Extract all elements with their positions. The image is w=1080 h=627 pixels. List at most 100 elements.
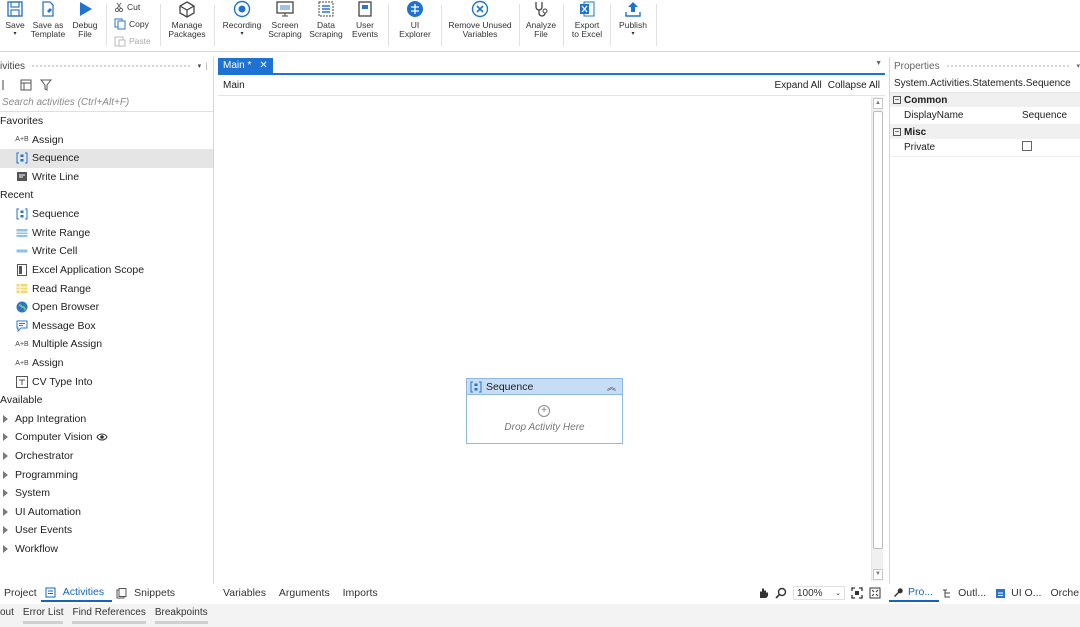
activity-item-multiple-assign[interactable]: A+B Multiple Assign: [0, 335, 213, 354]
activity-item-write-line[interactable]: Write Line: [0, 168, 213, 187]
activity-item-assign[interactable]: A+B Assign: [0, 354, 213, 373]
tab-project[interactable]: Project: [0, 587, 41, 599]
expand-arrow-icon[interactable]: [3, 544, 8, 553]
search-activities-input[interactable]: Search activities (Ctrl+Alt+F): [0, 95, 213, 112]
activity-item-open-browser[interactable]: Open Browser: [0, 298, 213, 317]
screen-scraping-button[interactable]: Screen Scraping: [267, 0, 303, 39]
expand-arrow-icon[interactable]: [3, 414, 8, 423]
hand-pan-icon[interactable]: [757, 587, 769, 599]
activity-item-read-range[interactable]: Read Range: [0, 279, 213, 298]
vertical-scrollbar[interactable]: ▲ ▼: [871, 97, 883, 581]
tab-snippets[interactable]: Snippets: [112, 587, 183, 599]
activity-item-sequence[interactable]: Sequence: [0, 205, 213, 224]
document-tab-main[interactable]: Main * ✕: [218, 58, 273, 73]
collapse-chevron-icon[interactable]: ︽: [607, 380, 616, 393]
property-category-common[interactable]: − Common: [890, 93, 1080, 107]
expand-arrow-icon[interactable]: [3, 451, 8, 460]
right-panel-tabs: Pro... Outl... UI O... Orche: [889, 584, 1080, 602]
scroll-up-icon[interactable]: ▲: [873, 98, 883, 109]
group-user-events[interactable]: User Events: [0, 521, 213, 540]
pin-icon[interactable]: ᛁ: [204, 62, 209, 71]
zoom-level-select[interactable]: 100% ⌄: [793, 586, 845, 600]
panel-grip: [31, 63, 192, 69]
available-category[interactable]: Available: [0, 391, 213, 410]
recent-category[interactable]: Recent: [0, 186, 213, 205]
activity-item-message-box[interactable]: Message Box: [0, 317, 213, 336]
tab-list-dropdown-icon[interactable]: ▼: [875, 60, 882, 67]
scroll-down-icon[interactable]: ▼: [873, 569, 883, 580]
tab-output[interactable]: out: [0, 607, 14, 624]
save-as-template-button[interactable]: Save as Template: [30, 0, 66, 39]
data-scraping-button[interactable]: Data Scraping: [307, 0, 345, 39]
tab-properties[interactable]: Pro...: [889, 584, 940, 602]
publish-button[interactable]: Publish ▾: [616, 0, 650, 39]
tab-error-list[interactable]: Error List: [22, 607, 63, 624]
add-activity-icon[interactable]: +: [538, 405, 550, 417]
panel-dropdown-icon[interactable]: ▾: [198, 62, 202, 70]
tab-find-references[interactable]: Find References: [72, 607, 147, 624]
breadcrumb-main[interactable]: Main: [223, 80, 245, 91]
paste-button[interactable]: Paste: [114, 35, 151, 47]
group-app-integration[interactable]: App Integration: [0, 410, 213, 429]
collapse-icon[interactable]: [20, 79, 32, 91]
remove-unused-variables-button[interactable]: Remove Unused Variables: [448, 0, 512, 39]
copy-button[interactable]: Copy: [114, 18, 149, 30]
overview-icon[interactable]: [869, 587, 881, 599]
expand-arrow-icon[interactable]: [3, 507, 8, 516]
tab-arguments[interactable]: Arguments: [279, 587, 330, 599]
user-events-button[interactable]: User Events: [348, 0, 382, 39]
expand-arrow-icon[interactable]: [3, 526, 8, 535]
activity-label: Assign: [32, 357, 64, 370]
tab-activities[interactable]: Activities: [40, 584, 113, 602]
scrollbar-thumb[interactable]: [873, 111, 883, 549]
group-computer-vision[interactable]: Computer Vision: [0, 428, 213, 447]
expand-arrow-icon[interactable]: [3, 489, 8, 498]
collapse-box-icon[interactable]: −: [893, 96, 901, 104]
tab-orchestrator[interactable]: Orche: [1047, 587, 1080, 599]
group-ui-automation[interactable]: UI Automation: [0, 502, 213, 521]
fit-to-screen-icon[interactable]: [851, 587, 863, 599]
filter-icon[interactable]: [40, 79, 52, 91]
designer-canvas[interactable]: Sequence ︽ + Drop Activity Here: [218, 97, 870, 584]
activity-item-sequence[interactable]: Sequence: [0, 149, 213, 168]
expand-arrow-icon[interactable]: [3, 470, 8, 479]
expand-all-link[interactable]: Expand All: [774, 80, 821, 91]
collapse-all-link[interactable]: Collapse All: [828, 80, 880, 91]
expand-arrow-icon[interactable]: [3, 433, 8, 442]
zoom-search-icon[interactable]: [775, 587, 787, 599]
debug-file-button[interactable]: Debug File: [70, 0, 100, 39]
private-checkbox[interactable]: [1022, 141, 1032, 151]
tab-variables[interactable]: Variables: [223, 587, 266, 599]
tab-outline[interactable]: Outl...: [939, 587, 992, 599]
cut-button[interactable]: Cut: [114, 2, 140, 12]
recording-button[interactable]: Recording ▾: [220, 0, 264, 39]
expand-icon[interactable]: [2, 79, 12, 91]
export-to-excel-button[interactable]: Export to Excel: [569, 0, 605, 39]
collapse-box-icon[interactable]: −: [893, 128, 901, 136]
activity-item-excel-application-scope[interactable]: Excel Application Scope: [0, 261, 213, 280]
tab-breakpoints[interactable]: Breakpoints: [154, 607, 208, 624]
sequence-header[interactable]: Sequence ︽: [467, 379, 622, 395]
displayname-field[interactable]: Sequence: [1008, 110, 1080, 121]
paste-icon: [114, 36, 126, 47]
activity-item-write-range[interactable]: Write Range: [0, 224, 213, 243]
group-orchestrator[interactable]: Orchestrator: [0, 447, 213, 466]
manage-packages-button[interactable]: Manage Packages: [168, 0, 206, 39]
sequence-activity[interactable]: Sequence ︽ + Drop Activity Here: [466, 378, 623, 444]
save-button[interactable]: Save ▾: [4, 0, 26, 39]
tab-imports[interactable]: Imports: [343, 587, 378, 599]
activity-item-assign[interactable]: A+B Assign: [0, 131, 213, 150]
activity-item-cv-type-into[interactable]: CV Type Into: [0, 372, 213, 391]
analyze-file-button[interactable]: Analyze File: [524, 0, 558, 39]
close-icon[interactable]: ✕: [259, 60, 267, 71]
favorites-category[interactable]: Favorites: [0, 112, 213, 131]
activity-item-write-cell[interactable]: Write Cell: [0, 242, 213, 261]
panel-dropdown-icon[interactable]: ▾: [1076, 62, 1080, 70]
property-category-misc[interactable]: − Misc: [890, 125, 1080, 139]
ui-explorer-button[interactable]: UI Explorer: [396, 0, 434, 39]
tab-object-repository[interactable]: UI O...: [992, 587, 1047, 599]
group-programming[interactable]: Programming: [0, 465, 213, 484]
copy-icon: [114, 18, 126, 30]
group-system[interactable]: System: [0, 484, 213, 503]
group-workflow[interactable]: Workflow: [0, 540, 213, 559]
